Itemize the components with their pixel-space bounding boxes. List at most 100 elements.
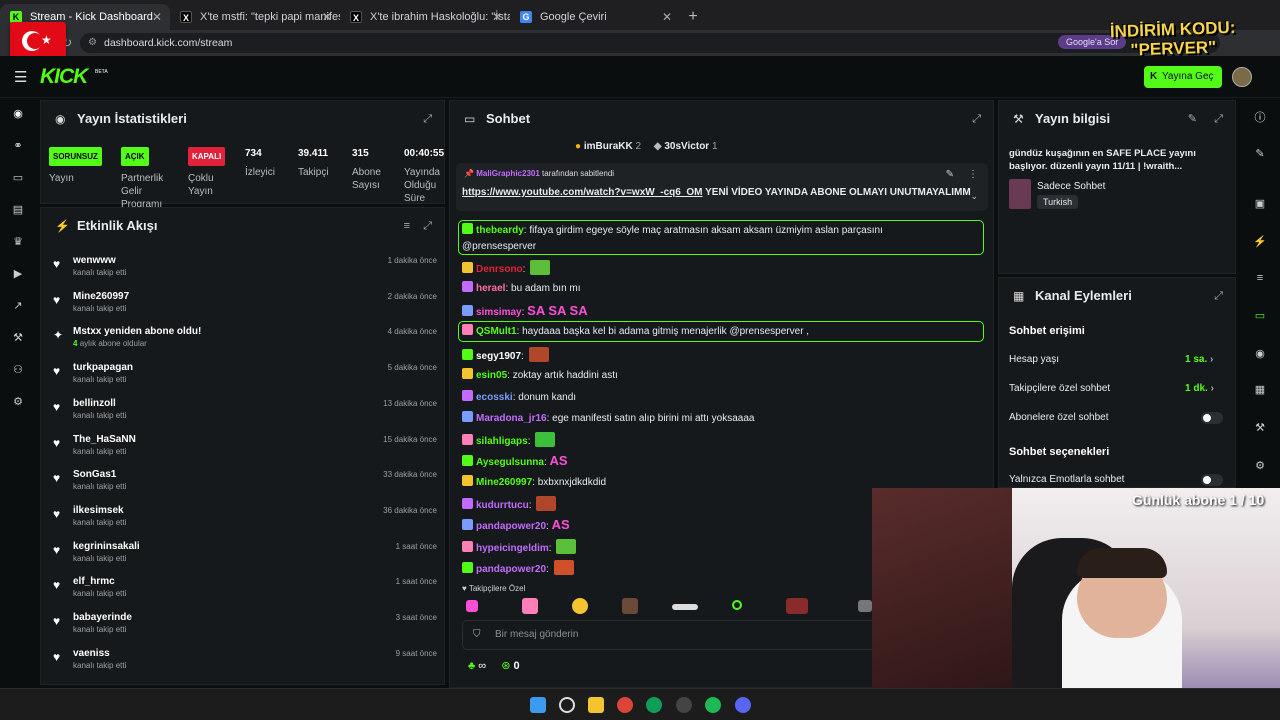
bot-icon[interactable]: ⚙ xyxy=(10,394,26,410)
emote-icon[interactable] xyxy=(572,598,588,614)
chat-username[interactable]: simsimay xyxy=(476,307,522,318)
emote-icon[interactable] xyxy=(466,600,478,612)
activity-username[interactable]: ilkesimsek xyxy=(73,505,124,516)
chat-input[interactable]: ⛉ Bir mesaj gönderin xyxy=(462,620,882,650)
new-tab-button[interactable]: + xyxy=(680,4,706,30)
more-icon[interactable]: ⋮ xyxy=(968,169,978,180)
chat-username[interactable]: silahligaps xyxy=(476,436,528,447)
chat-username[interactable]: ecosski xyxy=(476,392,513,403)
expand-icon[interactable]: ⤢ xyxy=(423,101,432,137)
link-icon[interactable]: ⚭ xyxy=(10,138,26,154)
menu-icon[interactable]: ☰ xyxy=(14,68,27,86)
emote-icon[interactable] xyxy=(786,598,808,614)
tab-x-ibrahim[interactable]: X X'te ibrahim Haskoloğlu: "İstan ✕ xyxy=(340,4,510,30)
spotify-icon[interactable] xyxy=(705,697,721,713)
chat-message[interactable]: Denrsono: xyxy=(462,260,972,278)
chat-username[interactable]: pandapower20 xyxy=(476,521,546,532)
pinned-link[interactable]: https://www.youtube.com/watch?v=wxW_-cq6… xyxy=(462,187,703,198)
emote-icon[interactable] xyxy=(622,598,638,614)
chat-username[interactable]: Mine260997 xyxy=(476,477,532,488)
chat-message[interactable]: ecosski: donum kandı xyxy=(462,389,972,406)
activity-username[interactable]: kegrininsakali xyxy=(73,541,140,552)
activity-username[interactable]: turkpapagan xyxy=(73,362,133,373)
sub-chat-toggle[interactable] xyxy=(1201,412,1223,424)
gifter-name[interactable]: imBuraKK xyxy=(584,141,633,152)
wrench-icon[interactable]: ⚒ xyxy=(1252,420,1268,436)
list-icon[interactable]: ≡ xyxy=(1252,270,1268,286)
search-icon[interactable] xyxy=(559,697,575,713)
emote-icon[interactable] xyxy=(732,600,742,610)
analytics-icon[interactable]: ↗ xyxy=(10,298,26,314)
avatar[interactable] xyxy=(1232,67,1252,87)
chat-username[interactable]: QSMult1 xyxy=(476,326,517,337)
windows-start-icon[interactable] xyxy=(530,697,546,713)
account-age-row[interactable]: Hesap yaşı 1 sa. › xyxy=(1009,354,1229,365)
camera-icon[interactable]: ▣ xyxy=(1252,196,1268,212)
url-field[interactable]: ⚙ dashboard.kick.com/stream xyxy=(80,33,1220,53)
chrome-profile-icon[interactable] xyxy=(646,697,662,713)
kick-coin-icon[interactable]: ⊛ xyxy=(501,660,510,672)
close-tab-icon[interactable]: ✕ xyxy=(492,4,502,30)
expand-icon[interactable]: ⤢ xyxy=(972,101,981,137)
activity-username[interactable]: Mine260997 xyxy=(73,291,129,302)
video-icon[interactable]: ▶ xyxy=(10,266,26,282)
tab-google-translate[interactable]: G Google Çeviri ✕ xyxy=(510,4,680,30)
unpin-icon[interactable]: ✎ xyxy=(946,169,954,180)
emote-only-toggle[interactable] xyxy=(1201,474,1223,486)
chat-message[interactable]: simsimay: SA SA SA xyxy=(462,303,972,321)
chat-username[interactable]: hypeicingeldim xyxy=(476,543,549,554)
emote-icon[interactable] xyxy=(858,600,872,612)
kick-logo[interactable]: KICK xyxy=(40,65,88,89)
category-name[interactable]: Sadece Sohbet xyxy=(1037,181,1105,192)
chat-message[interactable]: QSMult1: haydaaa başka kel bi adama gitm… xyxy=(462,323,972,340)
chat-message[interactable]: esin05: zoktay artık haddini astı xyxy=(462,368,972,384)
activity-username[interactable]: vaeniss xyxy=(73,648,110,659)
expand-icon[interactable]: ⤢ xyxy=(1214,101,1223,137)
file-explorer-icon[interactable] xyxy=(588,697,604,713)
edit-icon[interactable]: ✎ xyxy=(1188,101,1197,137)
library-icon[interactable]: ▤ xyxy=(10,202,26,218)
tab-x-mstfi[interactable]: X X'te mstfi: "tepki papi manifestin ✕ xyxy=(170,4,340,30)
activity-username[interactable]: babayerinde xyxy=(73,612,132,623)
chat-message[interactable]: segy1907: xyxy=(462,346,972,365)
obs-icon[interactable] xyxy=(676,697,692,713)
gifter-name[interactable]: 30sVictor xyxy=(664,141,709,152)
record-icon[interactable]: ◉ xyxy=(1252,346,1268,362)
filter-icon[interactable]: ≡ xyxy=(404,208,410,244)
discord-icon[interactable] xyxy=(735,697,751,713)
close-tab-icon[interactable]: ✕ xyxy=(322,4,332,30)
settings-icon[interactable]: ⚙ xyxy=(1252,458,1268,474)
go-live-button[interactable]: K Yayına Geç xyxy=(1144,66,1222,88)
emote-icon[interactable] xyxy=(672,604,698,610)
stream-icon[interactable]: ◉ xyxy=(10,106,26,122)
trophy-icon[interactable]: ♛ xyxy=(10,234,26,250)
expand-icon[interactable]: ⤢ xyxy=(423,208,432,244)
chat-username[interactable]: kudurrtucu xyxy=(476,500,529,511)
chevron-down-icon[interactable]: ⌄ xyxy=(970,191,978,202)
users-icon[interactable]: ⚇ xyxy=(10,362,26,378)
activity-username[interactable]: SonGas1 xyxy=(73,469,116,480)
window-icon[interactable]: ▭ xyxy=(10,170,26,186)
chat-username[interactable]: pandapower20 xyxy=(476,564,546,575)
pinned-by[interactable]: MaliGraphic2301 xyxy=(476,169,540,178)
chat-username[interactable]: Aysegulsunna xyxy=(476,457,544,468)
chat-username[interactable]: segy1907 xyxy=(476,351,521,362)
info-icon[interactable]: ⓘ xyxy=(1252,110,1268,126)
chat-message[interactable]: silahligaps: xyxy=(462,432,972,450)
chat-message[interactable]: herael: bu adam bın mı xyxy=(462,281,972,297)
site-info-icon[interactable]: ⚙ xyxy=(88,33,97,53)
chat-message[interactable]: Aysegulsunna: AS xyxy=(462,453,972,471)
emote-icon[interactable] xyxy=(522,598,538,614)
chat-message[interactable]: Maradona_jr16: ege manifesti satın alıp … xyxy=(462,410,972,427)
activity-username[interactable]: bellinzoll xyxy=(73,398,116,409)
chat-username[interactable]: Maradona_jr16 xyxy=(476,413,547,424)
chat-username[interactable]: herael xyxy=(476,283,505,294)
chat-username[interactable]: esin05 xyxy=(476,370,507,381)
users-icon[interactable]: ♣ xyxy=(468,660,475,672)
activity-username[interactable]: Mstxx yeniden abone oldu! xyxy=(73,326,201,337)
close-tab-icon[interactable]: ✕ xyxy=(662,4,672,30)
chat-username[interactable]: thebeardy xyxy=(476,225,524,236)
chat-username[interactable]: Denrsono xyxy=(476,264,523,275)
tag-chip[interactable]: Turkish xyxy=(1037,195,1079,209)
close-tab-icon[interactable]: ✕ xyxy=(152,4,162,30)
